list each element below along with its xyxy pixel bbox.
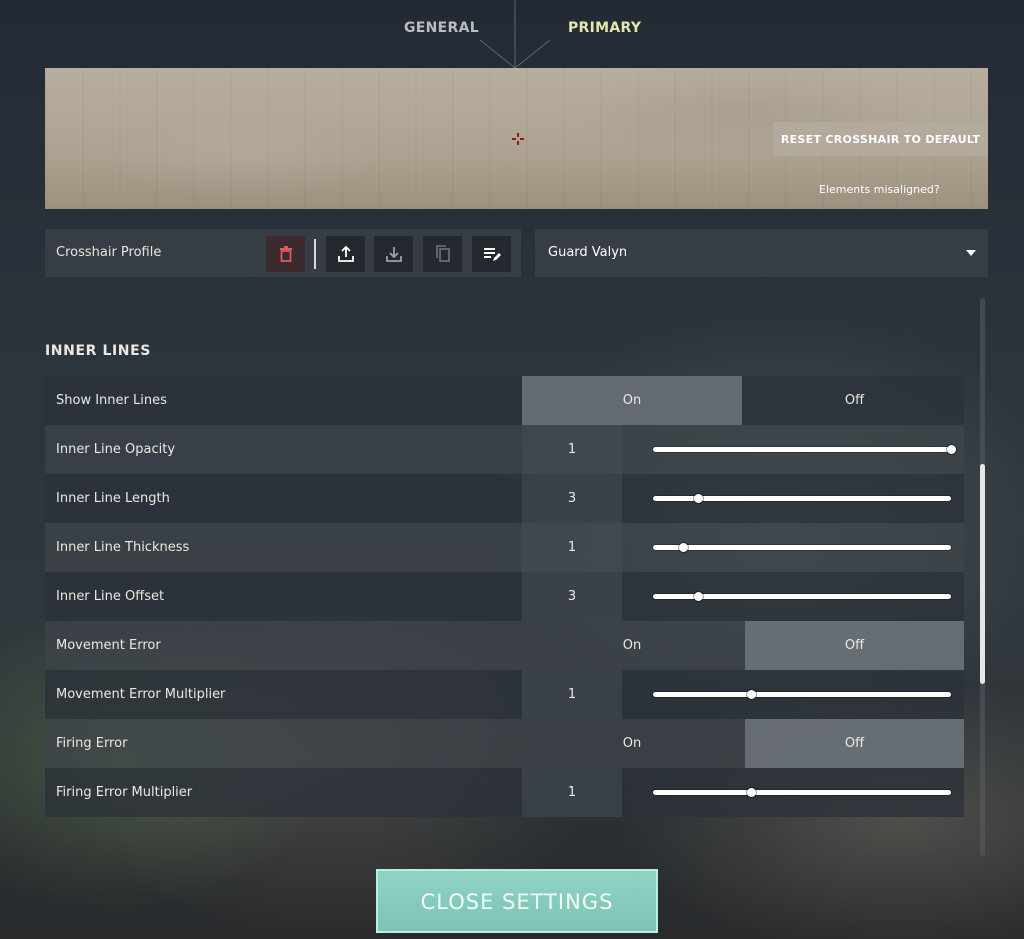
toggle-off-button[interactable]: Off: [745, 376, 964, 425]
setting-row-movement-error-multiplier: Movement Error Multiplier 1: [45, 670, 964, 719]
setting-row-inner-line-offset: Inner Line Offset 3: [45, 572, 964, 621]
tab-primary[interactable]: PRIMARY: [568, 20, 641, 36]
settings-scrollbar[interactable]: [980, 298, 985, 856]
setting-row-show-inner-lines: Show Inner Lines On Off: [45, 376, 964, 425]
import-profile-button[interactable]: [374, 236, 413, 272]
section-title-inner-lines: INNER LINES: [45, 343, 151, 359]
toggle-off-button[interactable]: Off: [745, 621, 964, 670]
setting-slider[interactable]: [653, 788, 951, 797]
slider-thumb[interactable]: [747, 788, 757, 797]
crosshair-marker: [512, 133, 524, 145]
setting-value-input[interactable]: 1: [522, 523, 622, 572]
setting-value-input[interactable]: 1: [522, 425, 622, 474]
slider-track: [653, 545, 951, 550]
setting-label: Show Inner Lines: [56, 393, 167, 408]
setting-slider[interactable]: [653, 494, 951, 503]
slider-thumb[interactable]: [693, 494, 703, 503]
setting-slider[interactable]: [653, 592, 951, 601]
setting-label: Firing Error: [56, 736, 128, 751]
setting-slider[interactable]: [653, 690, 951, 699]
setting-row-inner-line-thickness: Inner Line Thickness 1: [45, 523, 964, 572]
scrollbar-thumb[interactable]: [980, 464, 985, 684]
toggle-on-button[interactable]: On: [522, 719, 742, 768]
slider-track: [653, 692, 951, 697]
toolbar-divider: [314, 239, 316, 269]
setting-value-input[interactable]: 3: [522, 474, 622, 523]
export-profile-button[interactable]: [326, 236, 365, 272]
edit-list-icon: [483, 248, 501, 261]
toggle-off-button[interactable]: Off: [745, 719, 964, 768]
selected-profile-value: Guard Valyn: [548, 245, 628, 260]
setting-label: Movement Error Multiplier: [56, 687, 226, 702]
trash-icon: [279, 246, 292, 262]
setting-value-input[interactable]: 3: [522, 572, 622, 621]
setting-slider[interactable]: [653, 445, 956, 454]
slider-thumb[interactable]: [693, 592, 703, 601]
crosshair-profile-label: Crosshair Profile: [56, 245, 162, 260]
delete-profile-button[interactable]: [266, 236, 305, 272]
crosshair-profile-bar: Crosshair Profile Guard Valyn: [45, 229, 988, 277]
setting-row-inner-line-length: Inner Line Length 3: [45, 474, 964, 523]
toggle-on-button[interactable]: On: [522, 376, 742, 425]
toggle-on-button[interactable]: On: [522, 621, 742, 670]
setting-label: Firing Error Multiplier: [56, 785, 193, 800]
setting-label: Movement Error: [56, 638, 161, 653]
profile-select-dropdown[interactable]: Guard Valyn: [535, 229, 988, 277]
slider-track: [653, 447, 951, 452]
slider-thumb[interactable]: [947, 445, 956, 454]
setting-label: Inner Line Opacity: [56, 442, 176, 457]
setting-row-movement-error: Movement Error On Off: [45, 621, 964, 670]
setting-row-inner-line-opacity: Inner Line Opacity 1: [45, 425, 964, 474]
tab-connector-lines: [479, 0, 551, 69]
inner-lines-settings: Show Inner Lines On Off Inner Line Opaci…: [45, 376, 964, 817]
elements-misaligned-link[interactable]: Elements misaligned?: [819, 183, 940, 196]
rename-profile-button[interactable]: [472, 236, 511, 272]
setting-label: Inner Line Length: [56, 491, 170, 506]
setting-slider[interactable]: [653, 543, 951, 552]
slider-track: [653, 790, 951, 795]
tab-general[interactable]: GENERAL: [404, 20, 479, 36]
setting-row-firing-error-multiplier: Firing Error Multiplier 1: [45, 768, 964, 817]
chevron-down-icon: [966, 250, 976, 256]
upload-icon: [337, 245, 354, 262]
setting-label: Inner Line Offset: [56, 589, 165, 604]
setting-value-input[interactable]: 1: [522, 670, 622, 719]
crosshair-preview: RESET CROSSHAIR TO DEFAULT Elements misa…: [45, 68, 988, 209]
download-icon: [385, 247, 402, 262]
reset-crosshair-button[interactable]: RESET CROSSHAIR TO DEFAULT: [773, 122, 988, 156]
slider-thumb[interactable]: [678, 543, 688, 552]
duplicate-profile-button[interactable]: [423, 236, 462, 272]
close-settings-button[interactable]: CLOSE SETTINGS: [376, 869, 658, 933]
setting-label: Inner Line Thickness: [56, 540, 190, 555]
slider-thumb[interactable]: [747, 690, 757, 699]
setting-row-firing-error: Firing Error On Off: [45, 719, 964, 768]
setting-value-input[interactable]: 1: [522, 768, 622, 817]
settings-tabs: GENERAL PRIMARY: [0, 0, 1024, 69]
profile-controls: Crosshair Profile: [45, 229, 521, 277]
copy-icon: [435, 245, 450, 262]
